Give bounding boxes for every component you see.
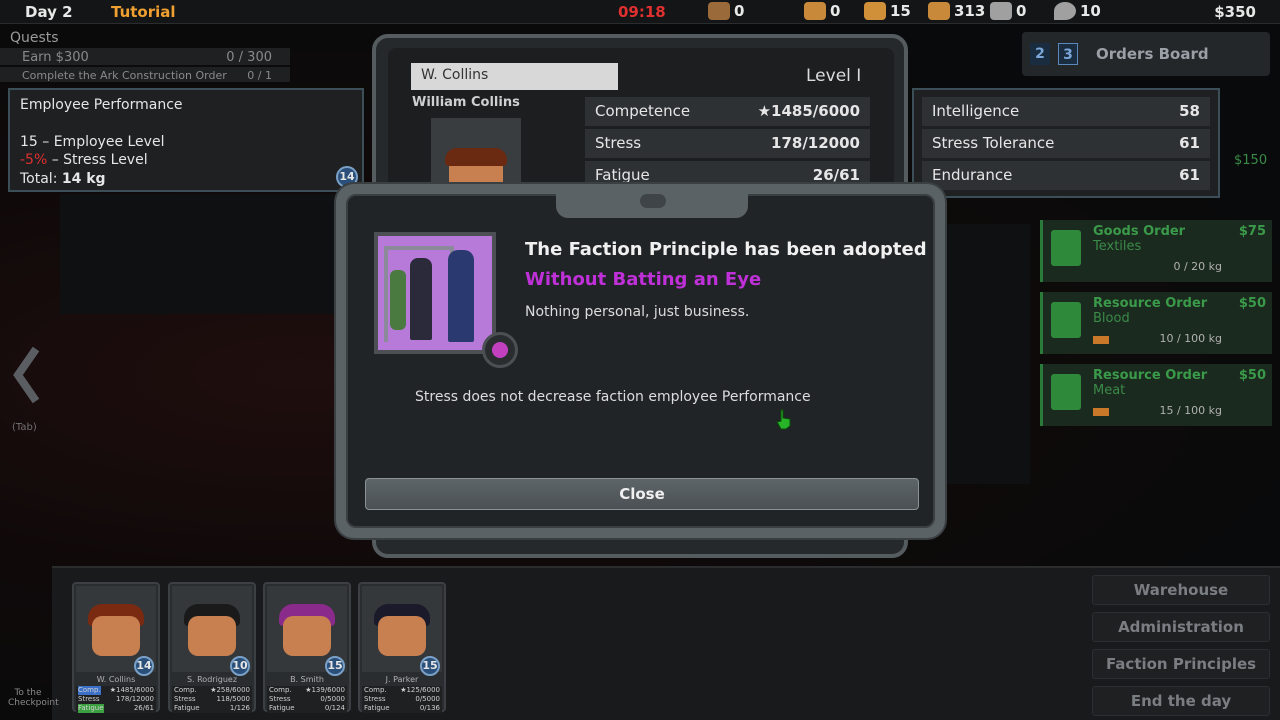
faction-principles-button[interactable]: Faction Principles bbox=[1092, 649, 1270, 679]
worker-icon bbox=[708, 2, 730, 20]
employee-full-name: William Collins bbox=[412, 95, 520, 110]
to-checkpoint-link[interactable]: To the Checkpoint bbox=[8, 688, 59, 708]
tools-icon bbox=[990, 2, 1012, 20]
employee-name-field[interactable]: W. Collins bbox=[411, 63, 618, 90]
wrench-icon bbox=[804, 2, 826, 20]
mode-label: Tutorial bbox=[111, 3, 176, 21]
level-badge: 15 bbox=[325, 656, 345, 676]
resource-bones: 313 bbox=[928, 2, 985, 20]
employee-roster-card[interactable]: 14 W. Collins Comp. ★1485/6000 Stress 178/… bbox=[72, 582, 160, 713]
performance-level-line: 15 – Employee Level bbox=[20, 133, 165, 150]
administration-button[interactable]: Administration bbox=[1092, 612, 1270, 642]
day-counter: Day 2 bbox=[25, 3, 73, 21]
close-button[interactable]: Close bbox=[365, 478, 919, 510]
level-badge: 14 bbox=[134, 656, 154, 676]
performance-stress-line: -5% – Stress Level bbox=[20, 152, 148, 168]
employee-portrait bbox=[431, 118, 521, 188]
stat-stress: Stress 178/12000 bbox=[585, 129, 870, 158]
resource-parts: 0 bbox=[804, 2, 840, 20]
quests-title: Quests bbox=[10, 30, 59, 46]
employee-stats: Competence ★1485/6000 Stress 178/12000 F… bbox=[585, 97, 870, 193]
attr-stress-tolerance: Stress Tolerance 61 bbox=[922, 129, 1210, 158]
orders-tab[interactable]: 2 bbox=[1030, 43, 1050, 65]
employee-roster-card[interactable]: 15 J. Parker Comp. ★125/6000 Stress 0/5000… bbox=[358, 582, 446, 713]
money-counter: $350 bbox=[1214, 3, 1256, 21]
dialog-quote: Nothing personal, just business. bbox=[525, 304, 750, 320]
document-icon bbox=[1051, 230, 1081, 266]
blood-drop-icon bbox=[1054, 2, 1076, 20]
resource-meat: 15 bbox=[864, 2, 911, 20]
end-the-day-button[interactable]: End the day bbox=[1092, 686, 1270, 716]
order-item[interactable]: Resource Order Meat $50 15 / 100 kg bbox=[1040, 364, 1272, 426]
attr-intelligence: Intelligence 58 bbox=[922, 97, 1210, 126]
faction-emblem-icon bbox=[482, 332, 518, 368]
resource-blood: 10 bbox=[1054, 2, 1101, 20]
orders-board-title: Orders Board bbox=[1096, 45, 1209, 63]
orders-tab[interactable]: 3 bbox=[1058, 43, 1078, 65]
quests-panel: Quests Earn $300 0 / 300 Complete the Ar… bbox=[0, 30, 290, 82]
bone-icon bbox=[928, 2, 950, 20]
order-item[interactable]: Goods Order Textiles $75 0 / 20 kg bbox=[1040, 220, 1272, 282]
order-progress-bar bbox=[1093, 336, 1109, 344]
order-progress-bar bbox=[1093, 408, 1109, 416]
level-badge: 15 bbox=[420, 656, 440, 676]
performance-title: Employee Performance bbox=[20, 97, 183, 113]
document-icon bbox=[1051, 374, 1081, 410]
warehouse-button[interactable]: Warehouse bbox=[1092, 575, 1270, 605]
dialog-subtitle: Without Batting an Eye bbox=[525, 269, 762, 290]
orders-board-header: 2 3 Orders Board bbox=[1022, 32, 1270, 76]
top-status-bar: Day 2 Tutorial 09:18 0 0 15 313 0 10 $35… bbox=[0, 0, 1280, 24]
resource-workers: 0 bbox=[708, 2, 744, 20]
level-badge: 10 bbox=[230, 656, 250, 676]
employee-performance-tooltip: Employee Performance 15 – Employee Level… bbox=[8, 88, 364, 192]
stat-competence: Competence ★1485/6000 bbox=[585, 97, 870, 126]
dialog-effect: Stress does not decrease faction employe… bbox=[415, 389, 811, 405]
resource-tools: 0 bbox=[990, 2, 1026, 20]
quest-item[interactable]: Complete the Ark Construction Order 0 / … bbox=[0, 67, 290, 82]
faction-principle-illustration bbox=[374, 232, 496, 354]
meat-icon bbox=[864, 2, 886, 20]
order-reward: $150 bbox=[1234, 153, 1268, 168]
chevron-left-icon[interactable] bbox=[12, 345, 42, 405]
dialog-clip bbox=[556, 186, 748, 218]
hand-cursor-icon bbox=[776, 409, 791, 430]
faction-principle-dialog: The Faction Principle has been adopted W… bbox=[336, 184, 945, 538]
employee-attributes: Intelligence 58 Stress Tolerance 61 Endu… bbox=[912, 88, 1220, 198]
quest-item[interactable]: Earn $300 0 / 300 bbox=[0, 48, 290, 65]
attr-endurance: Endurance 61 bbox=[922, 161, 1210, 190]
performance-total: Total: 14 kg bbox=[20, 170, 106, 187]
employee-level: Level I bbox=[806, 66, 862, 86]
dialog-title: The Faction Principle has been adopted bbox=[525, 239, 927, 260]
document-icon bbox=[1051, 302, 1081, 338]
game-clock: 09:18 bbox=[618, 3, 666, 21]
order-item[interactable]: Resource Order Blood $50 10 / 100 kg bbox=[1040, 292, 1272, 354]
employee-roster-card[interactable]: 10 S. Rodriguez Comp. ★258/6000 Stress 118… bbox=[168, 582, 256, 713]
employee-roster-card[interactable]: 15 B. Smith Comp. ★139/6000 Stress 0/5000 … bbox=[263, 582, 351, 713]
tab-hint: (Tab) bbox=[12, 422, 37, 433]
